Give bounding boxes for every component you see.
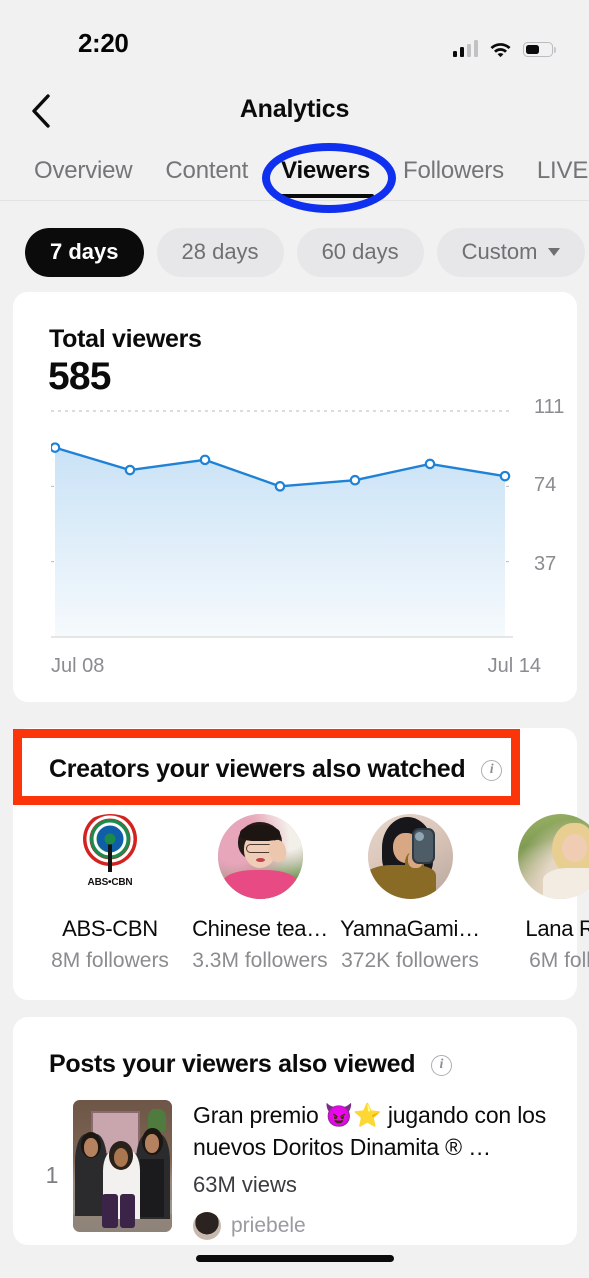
post-author[interactable]: priebele xyxy=(193,1212,567,1240)
chip-custom[interactable]: Custom xyxy=(436,227,586,277)
creators-card-title: Creators your viewers also watched i xyxy=(49,755,503,784)
creator-followers: 372K followers xyxy=(341,949,479,972)
creators-card-title-text: Creators your viewers also watched xyxy=(49,755,466,783)
creator-name: ABS-CBN xyxy=(62,916,158,941)
creator-avatar xyxy=(367,814,453,899)
abs-cbn-logo: ABS•CBN xyxy=(67,814,153,899)
total-viewers-label: Total viewers xyxy=(49,325,202,353)
status-bar-icons xyxy=(452,33,556,57)
info-icon[interactable]: i xyxy=(481,759,503,781)
phone-screen: 2:20 Analytics Overview Content Viewers … xyxy=(0,0,589,1278)
y-axis-tick-37: 37 xyxy=(534,553,557,575)
analytics-tab-bar: Overview Content Viewers Followers LIVE xyxy=(0,142,589,201)
creator-name: YamnaGami… xyxy=(340,916,480,941)
page-title: Analytics xyxy=(239,95,350,123)
chip-28-days[interactable]: 28 days xyxy=(156,227,284,277)
status-bar: 2:20 xyxy=(0,0,589,78)
x-axis-tick-end: Jul 14 xyxy=(487,655,541,677)
creator-followers: 3.3M followers xyxy=(192,949,328,972)
post-thumbnail[interactable] xyxy=(73,1100,172,1232)
cellular-signal-icon xyxy=(452,40,478,57)
chip-custom-label: Custom xyxy=(461,239,538,264)
creator-item-yamnagami[interactable]: YamnaGami… 372K followers xyxy=(335,814,485,986)
creator-followers: 6M foll xyxy=(529,949,589,972)
nav-bar: Analytics xyxy=(0,78,589,142)
tab-viewers[interactable]: Viewers xyxy=(277,142,374,200)
posts-also-viewed-card: Posts your viewers also viewed i 1 Gran … xyxy=(13,1017,577,1245)
creator-name: Lana R xyxy=(525,916,589,941)
chip-7-days-label: 7 days xyxy=(50,239,119,264)
total-viewers-card: Total viewers 585 111 74 37 Jul 08 Jul 1… xyxy=(13,292,577,702)
creators-also-watched-card: Creators your viewers also watched i ABS… xyxy=(13,728,589,1000)
info-icon[interactable]: i xyxy=(430,1054,452,1076)
tab-live[interactable]: LIVE xyxy=(537,142,588,200)
date-range-filter-row: 7 days 28 days 60 days Custom xyxy=(0,222,589,282)
post-list-item[interactable]: 1 Gran premio 😈⭐ jugando con los nuevos … xyxy=(13,1100,577,1240)
creator-name: Chinese tea… xyxy=(192,916,328,941)
post-meta: Gran premio 😈⭐ jugando con los nuevos Do… xyxy=(172,1100,577,1240)
abs-cbn-wordmark: ABS•CBN xyxy=(87,877,133,888)
tab-overview[interactable]: Overview xyxy=(34,142,133,200)
posts-card-title-text: Posts your viewers also viewed xyxy=(49,1050,416,1078)
creator-item-abs-cbn[interactable]: ABS•CBN ABS-CBN 8M followers xyxy=(35,814,185,986)
creators-carousel[interactable]: ABS•CBN ABS-CBN 8M followers Chinese tea… xyxy=(13,814,589,986)
home-indicator xyxy=(195,1255,394,1262)
post-rank: 1 xyxy=(45,1162,59,1188)
status-bar-clock: 2:20 xyxy=(78,28,129,58)
creator-followers: 8M followers xyxy=(51,949,169,972)
chip-7-days[interactable]: 7 days xyxy=(25,227,144,277)
chip-28-days-label: 28 days xyxy=(181,239,259,264)
battery-icon xyxy=(523,42,556,57)
y-axis-tick-111: 111 xyxy=(534,396,565,418)
creator-item-lana[interactable]: Lana R 6M foll xyxy=(485,814,589,986)
total-viewers-value: 585 xyxy=(48,355,111,398)
creator-avatar xyxy=(517,814,589,899)
tab-content[interactable]: Content xyxy=(165,142,248,200)
chip-60-days[interactable]: 60 days xyxy=(296,227,424,277)
posts-card-title: Posts your viewers also viewed i xyxy=(49,1050,452,1079)
tab-followers[interactable]: Followers xyxy=(403,142,504,200)
wifi-icon xyxy=(489,40,512,57)
chevron-down-icon xyxy=(548,248,561,256)
y-axis-tick-74: 74 xyxy=(534,474,557,496)
creator-avatar xyxy=(217,814,303,899)
creator-item-chinese-tea[interactable]: Chinese tea… 3.3M followers xyxy=(185,814,335,986)
post-author-name: priebele xyxy=(231,1214,306,1237)
chip-60-days-label: 60 days xyxy=(321,239,399,264)
viewers-line-chart[interactable] xyxy=(51,405,513,642)
post-views: 63M views xyxy=(193,1172,297,1197)
post-caption: Gran premio 😈⭐ jugando con los nuevos Do… xyxy=(193,1102,547,1160)
x-axis-tick-start: Jul 08 xyxy=(51,655,105,677)
avatar xyxy=(193,1212,221,1240)
